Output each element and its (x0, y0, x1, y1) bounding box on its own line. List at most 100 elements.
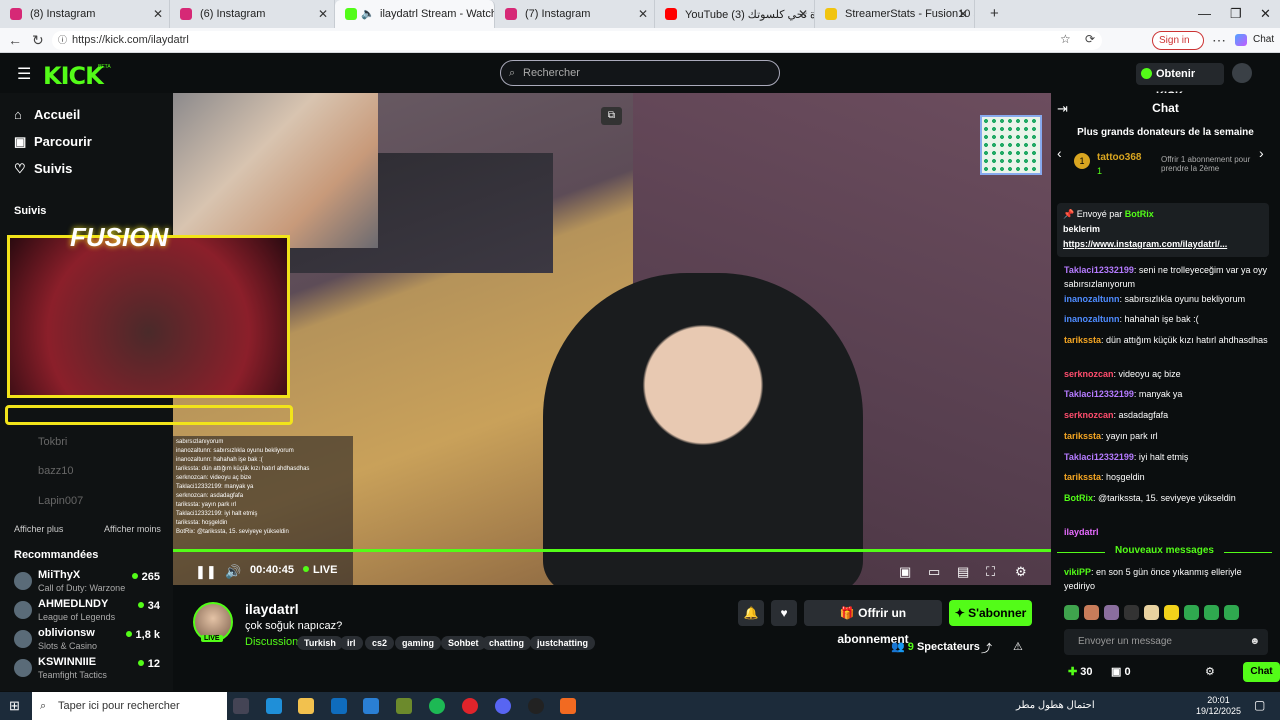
chat-username[interactable]: Taklaci12332199 (1064, 452, 1134, 462)
subscribe-button[interactable]: ✦ S'abonner (949, 600, 1032, 626)
chat-settings-icon[interactable]: ⚙ (1205, 665, 1215, 678)
browser-tab[interactable]: YouTube (3) يا سمرة تحي كلسوتك✕ (655, 0, 815, 28)
close-window-icon[interactable]: ✕ (1260, 6, 1271, 22)
chat-username[interactable]: BotRix (1064, 493, 1093, 503)
emote-icon[interactable] (1104, 605, 1119, 620)
browser-tab-active[interactable]: 🔈 ilaydatrl Stream - Watch Live o (335, 0, 495, 28)
report-icon[interactable]: ⚠ (1013, 640, 1023, 653)
favorite-star-icon[interactable]: ☆ (1060, 32, 1071, 46)
get-kicks-button[interactable]: Obtenir KICKs (1136, 63, 1224, 102)
emote-icon[interactable] (1064, 605, 1079, 620)
minimize-icon[interactable]: — (1198, 6, 1211, 21)
picture-in-picture-icon[interactable]: ⧉ (601, 107, 622, 125)
follow-button[interactable]: ♥ (771, 600, 797, 626)
obs-icon[interactable] (528, 698, 544, 714)
send-chat-button[interactable]: Chat (1243, 662, 1280, 682)
stream-tag[interactable]: chatting (482, 636, 531, 650)
speaker-icon[interactable]: 🔈 (361, 7, 375, 20)
windows-start-icon[interactable]: ⊞ (9, 698, 20, 714)
clip-icon[interactable]: ▣ (899, 564, 911, 580)
chat-username[interactable]: vikiPP (1064, 567, 1091, 577)
stream-tag[interactable]: justchatting (530, 636, 595, 650)
emote-icon[interactable] (1224, 605, 1239, 620)
emoji-icon[interactable]: ☻ (1249, 629, 1260, 655)
emote-icon[interactable] (1164, 605, 1179, 620)
chat-username[interactable]: inanozaltunn (1064, 294, 1120, 304)
app-icon[interactable] (560, 698, 576, 714)
close-icon[interactable]: ✕ (318, 7, 328, 21)
settings-icon[interactable]: ⚙ (1015, 564, 1027, 580)
refresh-icon[interactable]: ↻ (32, 32, 44, 49)
chat-username[interactable]: tarikssta (1064, 431, 1101, 441)
new-tab-icon[interactable]: + (990, 5, 999, 22)
menu-icon[interactable]: ☰ (17, 64, 31, 84)
offline-channel[interactable]: Tokbri (38, 436, 67, 448)
close-icon[interactable]: ✕ (153, 7, 163, 21)
notification-bell-button[interactable]: 🔔 (738, 600, 764, 626)
emote-icon[interactable] (1204, 605, 1219, 620)
chevron-left-icon[interactable]: ‹ (1057, 145, 1062, 161)
theater-mode-icon[interactable]: ▤ (957, 564, 969, 580)
volume-icon[interactable]: 🔊 (225, 564, 241, 580)
show-less-link[interactable]: Afficher moins (104, 524, 161, 534)
task-view-icon[interactable] (233, 698, 249, 714)
chat-username[interactable]: Taklaci12332199 (1064, 389, 1134, 399)
share-icon[interactable]: ⤴ (981, 640, 992, 656)
browser-tab[interactable]: (8) Instagram ✕ (0, 0, 170, 28)
chat-username[interactable]: serknozcan (1064, 410, 1114, 420)
pinned-user[interactable]: BotRix (1125, 209, 1154, 219)
taskbar-clock[interactable]: 20:01 19/12/2025 (1196, 695, 1241, 717)
extensions-icon[interactable]: ⟳ (1085, 32, 1095, 46)
search-input[interactable]: ⌕ Rechercher (500, 60, 780, 86)
chat-username[interactable]: serknozcan (1064, 369, 1114, 379)
back-icon[interactable]: ← (8, 32, 22, 48)
opera-icon[interactable] (462, 698, 478, 714)
browser-tab[interactable]: (7) Instagram ✕ (495, 0, 655, 28)
copilot-icon[interactable] (1235, 34, 1247, 46)
pause-icon[interactable]: ❚❚ (195, 564, 217, 580)
more-icon[interactable]: ⋯ (1212, 32, 1226, 49)
chat-username[interactable]: tarikssta (1064, 335, 1101, 345)
top-donor-name[interactable]: tattoo368 (1097, 152, 1141, 163)
browser-tab[interactable]: StreamerStats - Fusion10 Stream✕ (815, 0, 975, 28)
spotify-icon[interactable] (429, 698, 445, 714)
chat-username[interactable]: Taklaci12332199 (1064, 265, 1134, 275)
emote-icon[interactable] (1184, 605, 1199, 620)
taskbar-search[interactable]: ⌕ Taper ici pour rechercher (32, 692, 227, 720)
discord-icon[interactable] (495, 698, 511, 714)
browser-tab[interactable]: (6) Instagram ✕ (170, 0, 335, 28)
stream-tag[interactable]: Turkish (297, 636, 343, 650)
recommended-channel[interactable]: KSWINNIIE Teamfight Tactics 12 (14, 656, 164, 686)
chevron-right-icon[interactable]: › (1259, 145, 1264, 161)
chat-username[interactable]: tarikssta (1064, 472, 1101, 482)
url-field[interactable]: ⓘ https://kick.com/ilaydatrl (52, 31, 1102, 50)
close-icon[interactable]: ✕ (638, 7, 648, 21)
user-avatar[interactable] (1232, 63, 1252, 83)
gifts-counter[interactable]: ▣ 0 (1111, 665, 1131, 678)
copilot-chat-label[interactable]: Chat (1253, 34, 1274, 45)
kick-logo[interactable]: KICK (43, 62, 104, 90)
file-explorer-icon[interactable] (298, 698, 314, 714)
emote-icon[interactable] (1144, 605, 1159, 620)
sign-in-button[interactable]: Sign in (1152, 31, 1204, 50)
recommended-channel[interactable]: MiiThyX Call of Duty: Warzone 265 (14, 569, 164, 599)
sidebar-item-following[interactable]: ♡ Suivis (14, 161, 72, 177)
fullscreen-icon[interactable]: ⛶ (986, 564, 995, 580)
chat-username[interactable]: ilaydatrl (1064, 527, 1099, 537)
notifications-icon[interactable]: ▢ (1254, 698, 1265, 712)
recommended-channel[interactable]: oblivionsw Slots & Casino 1,8 k (14, 627, 164, 657)
chat-username[interactable]: inanozaltunn (1064, 314, 1120, 324)
donor-offer[interactable]: Offrir 1 abonnement pour prendre la 2ème (1161, 155, 1251, 173)
chat-input[interactable]: Envoyer un message ☻ (1064, 629, 1268, 655)
weather-widget[interactable]: احتمال هطول مطر (1016, 700, 1095, 711)
stream-category[interactable]: Discussion (245, 636, 298, 648)
streamer-name[interactable]: ilaydatrl (245, 601, 299, 617)
site-info-icon[interactable]: ⓘ (58, 31, 67, 50)
app-icon[interactable] (396, 698, 412, 714)
stream-tag[interactable]: gaming (395, 636, 442, 650)
recommended-channel[interactable]: AHMEDLNDY League of Legends 34 (14, 598, 164, 628)
sidebar-item-browse[interactable]: ▣ Parcourir (14, 134, 92, 150)
close-icon[interactable]: ✕ (958, 7, 968, 21)
offline-channel[interactable]: Lapin007 (38, 495, 83, 507)
pinned-link[interactable]: https://www.instagram.com/ilaydatrl/... (1063, 239, 1227, 249)
